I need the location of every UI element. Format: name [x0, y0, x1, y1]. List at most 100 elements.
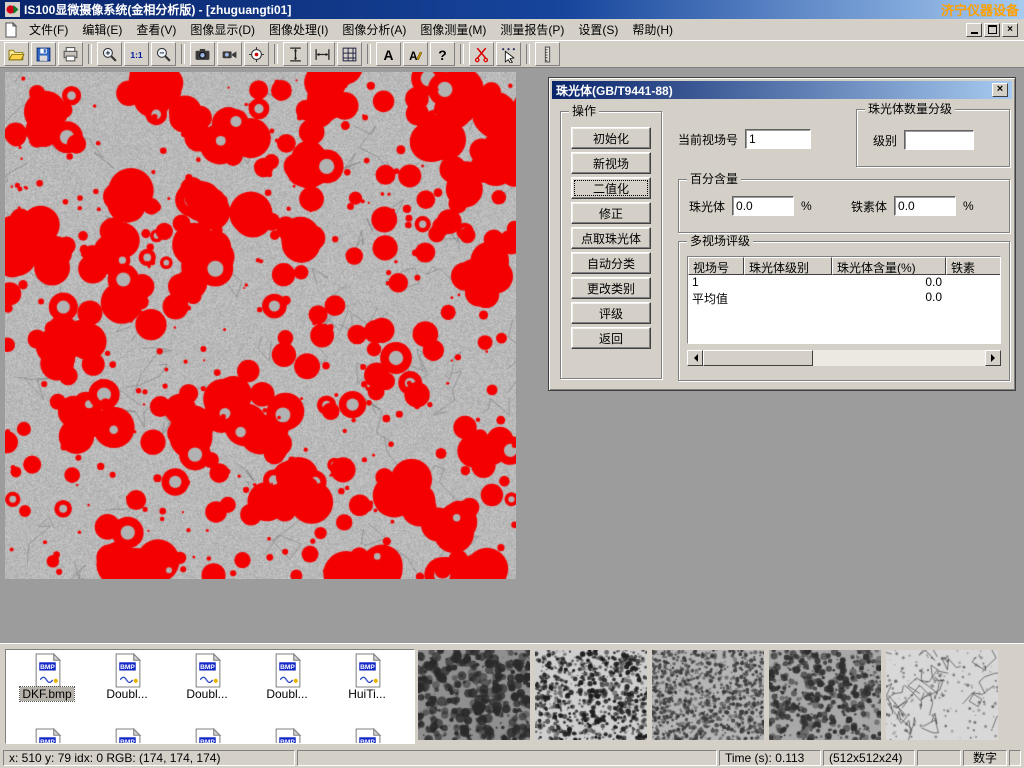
operation-buttons: 初始化新视场二值化修正点取珠光体自动分类更改类别评级返回: [561, 127, 661, 349]
mdi-restore-button[interactable]: [984, 23, 1000, 37]
svg-text:A: A: [409, 49, 418, 62]
file-item[interactable]: BMP: [89, 728, 165, 744]
table-header-cell-1[interactable]: 珠光体级别: [744, 257, 832, 275]
mdi-close-button[interactable]: ×: [1002, 23, 1018, 37]
menu-item-8[interactable]: 设置(S): [571, 19, 625, 40]
menu-item-1[interactable]: 编辑(E): [75, 19, 129, 40]
thumbnail-strip: [418, 650, 998, 740]
op-button-3[interactable]: 修正: [571, 202, 651, 224]
op-button-8[interactable]: 返回: [571, 327, 651, 349]
table-header-cell-3[interactable]: 铁素: [946, 257, 1001, 275]
file-item[interactable]: BMP: [329, 728, 405, 744]
menu-item-7[interactable]: 测量报告(P): [493, 19, 571, 40]
file-item[interactable]: BMPDoubl...: [169, 653, 245, 701]
file-item[interactable]: BMP Doubl...: [249, 653, 325, 701]
bmp-file-icon: BMP: [271, 653, 304, 687]
open-file-icon[interactable]: [4, 42, 29, 66]
thumbnail-2[interactable]: [535, 650, 647, 740]
op-button-6[interactable]: 更改类别: [571, 277, 651, 299]
dialog-close-button[interactable]: ×: [992, 83, 1008, 97]
op-button-4[interactable]: 点取珠光体: [571, 227, 651, 249]
mdi-child-doc-icon[interactable]: [3, 22, 19, 38]
mdi-window-controls: ×: [966, 23, 1018, 37]
print-icon[interactable]: [58, 42, 83, 66]
table-cell: 0.0: [832, 290, 946, 305]
status-grip: [1009, 750, 1021, 766]
op-button-2[interactable]: 二值化: [571, 177, 651, 199]
measure-horizontal-icon[interactable]: [310, 42, 335, 66]
pearlite-label: 珠光体: [689, 198, 725, 215]
text-annotation-icon[interactable]: A: [376, 42, 401, 66]
help-icon[interactable]: ?: [430, 42, 455, 66]
edit-annotation-icon[interactable]: A: [403, 42, 428, 66]
cut-icon[interactable]: [469, 42, 494, 66]
ferrite-percent-input[interactable]: [894, 196, 956, 216]
thumbnail-3[interactable]: [652, 650, 764, 740]
video-icon[interactable]: [217, 42, 242, 66]
status-spacer-2: [917, 750, 961, 766]
thumbnail-5[interactable]: [886, 650, 998, 740]
bmp-file-icon: BMP: [111, 728, 144, 744]
file-item[interactable]: BMP: [169, 728, 245, 744]
measure-vertical-icon[interactable]: [283, 42, 308, 66]
pointer-grid-icon[interactable]: [496, 42, 521, 66]
capture-icon[interactable]: [244, 42, 269, 66]
file-name: Doubl...: [264, 687, 309, 701]
zoom-in-icon[interactable]: [97, 42, 122, 66]
arrow-right-icon: [991, 354, 999, 362]
file-item[interactable]: BMPDKF.bmp: [9, 653, 85, 701]
table-header-cell-0[interactable]: 视场号: [688, 257, 744, 275]
ruler-icon[interactable]: [535, 42, 560, 66]
file-item[interactable]: BMPHuiTi...: [329, 653, 405, 701]
micrograph-image[interactable]: [5, 72, 516, 579]
toolbar-separator: [367, 44, 371, 64]
table-hscrollbar[interactable]: [687, 350, 1001, 366]
op-button-1[interactable]: 新视场: [571, 152, 651, 174]
toolbar-separator: [88, 44, 92, 64]
scroll-track[interactable]: [703, 350, 985, 366]
menu-item-2[interactable]: 查看(V): [129, 19, 183, 40]
file-item[interactable]: BMP: [249, 728, 325, 744]
menu-item-6[interactable]: 图像测量(M): [413, 19, 493, 40]
pearlite-percent-row: 珠光体 %: [689, 196, 812, 216]
zoom-out-icon[interactable]: [151, 42, 176, 66]
table-row[interactable]: 10.0: [688, 275, 1000, 290]
menu-item-3[interactable]: 图像显示(D): [183, 19, 262, 40]
bmp-file-icon: BMP: [31, 728, 64, 744]
actual-size-icon[interactable]: 1:1: [124, 42, 149, 66]
scroll-right-button[interactable]: [985, 350, 1001, 366]
file-item[interactable]: BMP: [9, 728, 85, 744]
file-item[interactable]: BMPDoubl...: [89, 653, 165, 701]
measure-grid-icon[interactable]: [337, 42, 362, 66]
camera-icon[interactable]: [190, 42, 215, 66]
svg-text:BMP: BMP: [360, 664, 375, 671]
toolbar-separator: [460, 44, 464, 64]
svg-text:BMP: BMP: [280, 664, 295, 671]
thumbnail-4[interactable]: [769, 650, 881, 740]
bmp-file-icon: BMP: [111, 653, 144, 687]
pearlite-percent-input[interactable]: [732, 196, 794, 216]
dialog-titlebar[interactable]: 珠光体(GB/T9441-88) ×: [552, 81, 1012, 99]
scroll-left-button[interactable]: [687, 350, 703, 366]
menu-item-5[interactable]: 图像分析(A): [335, 19, 413, 40]
close-icon: ×: [1007, 25, 1013, 35]
menu-item-4[interactable]: 图像处理(I): [262, 19, 335, 40]
op-button-7[interactable]: 评级: [571, 302, 651, 324]
thumbnail-1[interactable]: [418, 650, 530, 740]
grade-input[interactable]: [904, 130, 974, 150]
scroll-thumb[interactable]: [703, 350, 813, 366]
dialog-title: 珠光体(GB/T9441-88): [556, 82, 673, 99]
save-icon[interactable]: [31, 42, 56, 66]
op-button-0[interactable]: 初始化: [571, 127, 651, 149]
current-field-input[interactable]: [745, 129, 811, 149]
mdi-minimize-button[interactable]: [966, 23, 982, 37]
menu-item-0[interactable]: 文件(F): [22, 19, 75, 40]
svg-text:BMP: BMP: [40, 739, 55, 744]
file-name: Doubl...: [184, 687, 229, 701]
table-header-cell-2[interactable]: 珠光体含量(%): [832, 257, 946, 275]
op-button-5[interactable]: 自动分类: [571, 252, 651, 274]
status-image-size: (512x512x24): [823, 750, 915, 766]
menu-item-9[interactable]: 帮助(H): [625, 19, 680, 40]
status-cursor-info: x: 510 y: 79 idx: 0 RGB: (174, 174, 174): [3, 750, 295, 766]
table-row[interactable]: 平均值0.0: [688, 290, 1000, 305]
